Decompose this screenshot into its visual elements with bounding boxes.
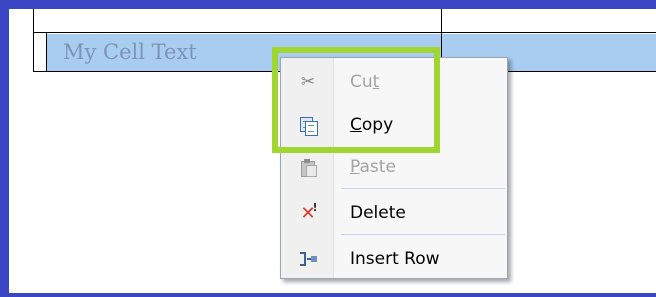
menu-separator: [341, 234, 505, 235]
menu-item-delete[interactable]: ✕! Delete: [281, 193, 507, 233]
table-gridline: [33, 9, 34, 33]
menu-item-label: Paste: [350, 157, 396, 177]
insert-row-icon: [298, 249, 318, 269]
table-gridline: [441, 9, 442, 33]
highlight-box: [272, 47, 440, 153]
table-gridline: [46, 33, 47, 72]
paste-icon: [298, 157, 318, 177]
table-gridline: [33, 32, 656, 33]
table-gridline: [33, 33, 34, 72]
menu-item-paste[interactable]: Paste: [281, 147, 507, 187]
delete-icon: ✕!: [300, 200, 318, 224]
menu-separator: [341, 188, 505, 189]
menu-item-label: Insert Row: [350, 249, 440, 269]
table-cell-text[interactable]: My Cell Text: [63, 40, 197, 64]
menu-item-insert-row[interactable]: Insert Row: [281, 239, 507, 279]
menu-item-label: Delete: [350, 203, 406, 223]
